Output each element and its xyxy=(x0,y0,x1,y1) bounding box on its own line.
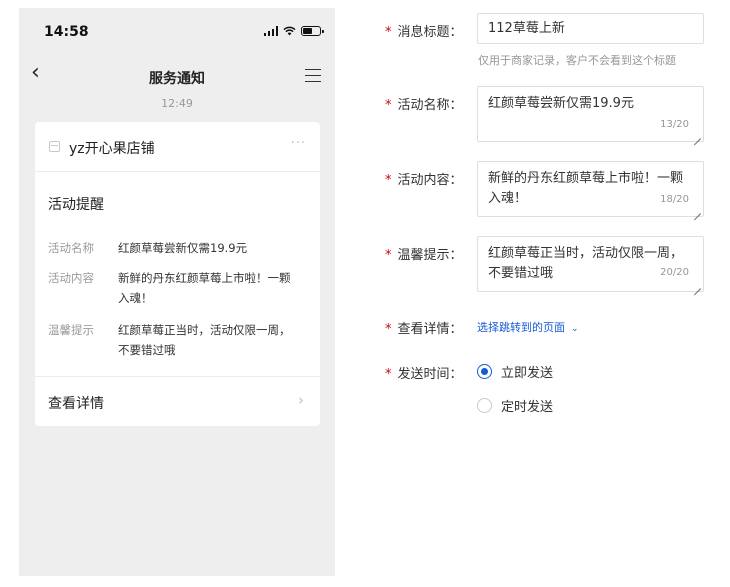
textarea-value: 新鲜的丹东红颜草莓上市啦！一颗入魂！ xyxy=(488,171,684,206)
resize-handle-icon[interactable] xyxy=(694,282,701,289)
chevron-right-icon: › xyxy=(298,391,304,409)
select-page-link[interactable]: 选择跳转到的页面 ⌄ xyxy=(477,319,579,335)
nav-title: 服务通知 xyxy=(149,71,205,87)
required-mark: * xyxy=(385,25,392,40)
nav-bar: ‹ 服务通知 xyxy=(19,54,335,98)
phone-preview: 14:58 ‹ 服务通知 12:49 yz开心果店铺 ··· 活动提醒 活动名称 xyxy=(19,8,335,576)
activity-content-label: * 活动内容： xyxy=(385,173,463,188)
battery-icon xyxy=(301,26,324,36)
wifi-icon xyxy=(283,26,296,36)
textarea-value: 红颜草莓尝新仅需19.9元 xyxy=(488,96,634,111)
activity-name-textarea[interactable]: 红颜草莓尝新仅需19.9元 13/20 xyxy=(477,86,704,142)
textarea-value: 红颜草莓正当时，活动仅限一周，不要错过哦 xyxy=(488,246,684,281)
remind-title: 活动提醒 xyxy=(48,197,104,213)
message-title-label: * 消息标题： xyxy=(385,25,463,40)
row-value: 红颜草莓尝新仅需19.9元 xyxy=(118,241,248,255)
radio-checked-icon xyxy=(477,364,492,379)
required-mark: * xyxy=(385,173,392,188)
char-count: 13/20 xyxy=(660,119,689,130)
chevron-down-icon: ⌄ xyxy=(571,324,579,334)
resize-handle-icon[interactable] xyxy=(694,132,701,139)
card-header: yz开心果店铺 ··· xyxy=(35,122,320,172)
activity-content-textarea[interactable]: 新鲜的丹东红颜草莓上市啦！一颗入魂！ 18/20 xyxy=(477,161,704,217)
radio-send-now[interactable]: 立即发送 xyxy=(477,362,553,381)
signal-icon xyxy=(263,26,278,36)
status-icons xyxy=(263,26,324,36)
required-mark: * xyxy=(385,367,392,382)
tip-label: * 温馨提示： xyxy=(385,248,463,263)
status-bar: 14:58 xyxy=(19,8,335,54)
notification-card: yz开心果店铺 ··· 活动提醒 活动名称 红颜草莓尝新仅需19.9元 活动内容… xyxy=(35,122,320,426)
more-icon[interactable]: ··· xyxy=(291,136,306,151)
row-key: 温馨提示 xyxy=(48,323,94,337)
char-count: 20/20 xyxy=(660,267,689,278)
resize-handle-icon[interactable] xyxy=(694,207,701,214)
activity-name-label: * 活动名称： xyxy=(385,98,463,113)
message-time: 12:49 xyxy=(161,97,193,110)
message-title-help: 仅用于商家记录，客户不会看到这个标题 xyxy=(478,54,676,67)
send-time-label: * 发送时间： xyxy=(385,367,463,382)
hamburger-menu-icon[interactable] xyxy=(305,69,321,82)
required-mark: * xyxy=(385,98,392,113)
view-details-label: 查看详情 xyxy=(48,396,104,412)
row-key: 活动内容 xyxy=(48,271,94,285)
shop-name: yz开心果店铺 xyxy=(69,141,155,157)
row-value: 红颜草莓正当时，活动仅限一周，不要错过哦 xyxy=(118,323,291,357)
radio-unchecked-icon xyxy=(477,398,492,413)
status-time: 14:58 xyxy=(44,24,89,40)
required-mark: * xyxy=(385,248,392,263)
tip-textarea[interactable]: 红颜草莓正当时，活动仅限一周，不要错过哦 20/20 xyxy=(477,236,704,292)
message-title-input[interactable]: 112草莓上新 xyxy=(477,13,704,44)
radio-scheduled-send[interactable]: 定时发送 xyxy=(477,396,553,415)
shop-icon xyxy=(49,141,60,152)
char-count: 18/20 xyxy=(660,194,689,205)
detail-label: * 查看详情： xyxy=(385,322,463,337)
row-key: 活动名称 xyxy=(48,241,94,255)
row-value: 新鲜的丹东红颜草莓上市啦！一颗入魂！ xyxy=(118,271,291,305)
required-mark: * xyxy=(385,322,392,337)
view-details-link[interactable]: 查看详情 › xyxy=(35,376,320,426)
